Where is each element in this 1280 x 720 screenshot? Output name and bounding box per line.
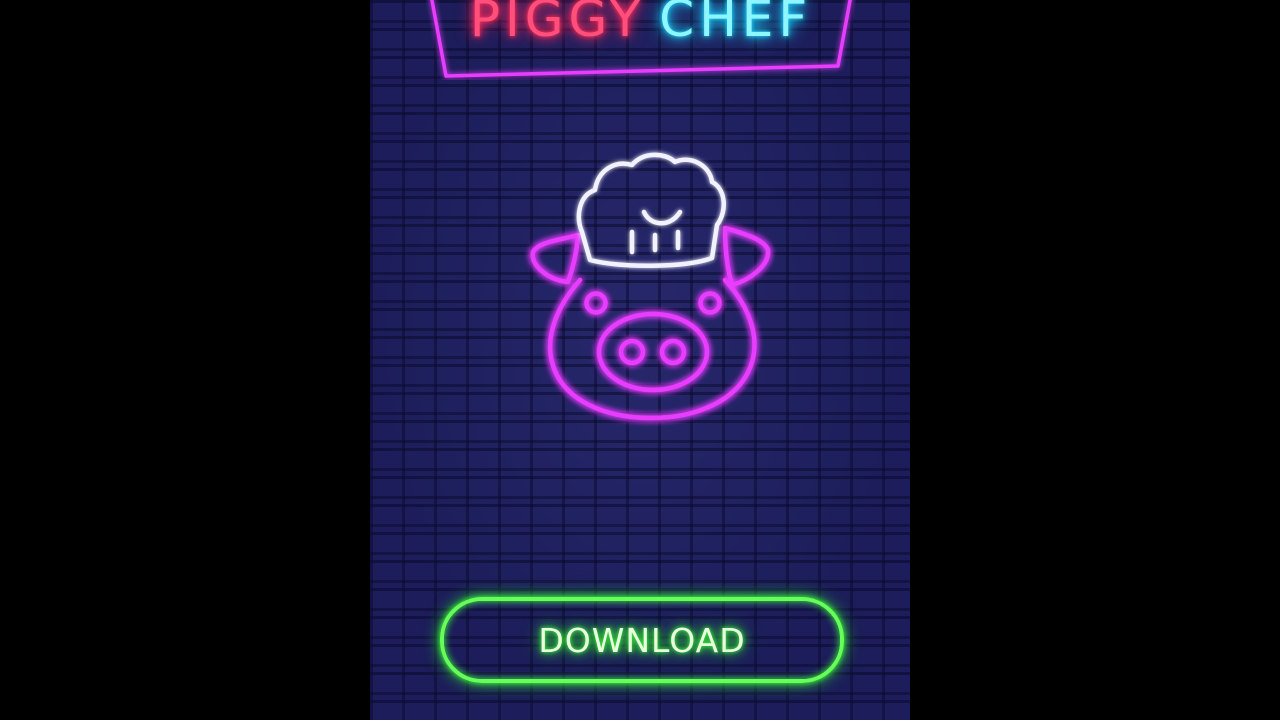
pig-chef-icon [520, 140, 780, 430]
video-frame: PIGGY CHEF DOWNLOAD [0, 0, 1280, 720]
title-word-chef: CHEF [659, 0, 813, 48]
app-title: PIGGY CHEF [426, 0, 856, 44]
title-word-piggy: PIGGY [469, 0, 646, 48]
download-button-label: DOWNLOAD [538, 620, 746, 660]
title-sign: PIGGY CHEF [426, 0, 856, 80]
pig-chef-drawing [530, 152, 771, 421]
download-button[interactable]: DOWNLOAD [440, 597, 844, 683]
phone-screen: PIGGY CHEF DOWNLOAD [370, 0, 910, 720]
